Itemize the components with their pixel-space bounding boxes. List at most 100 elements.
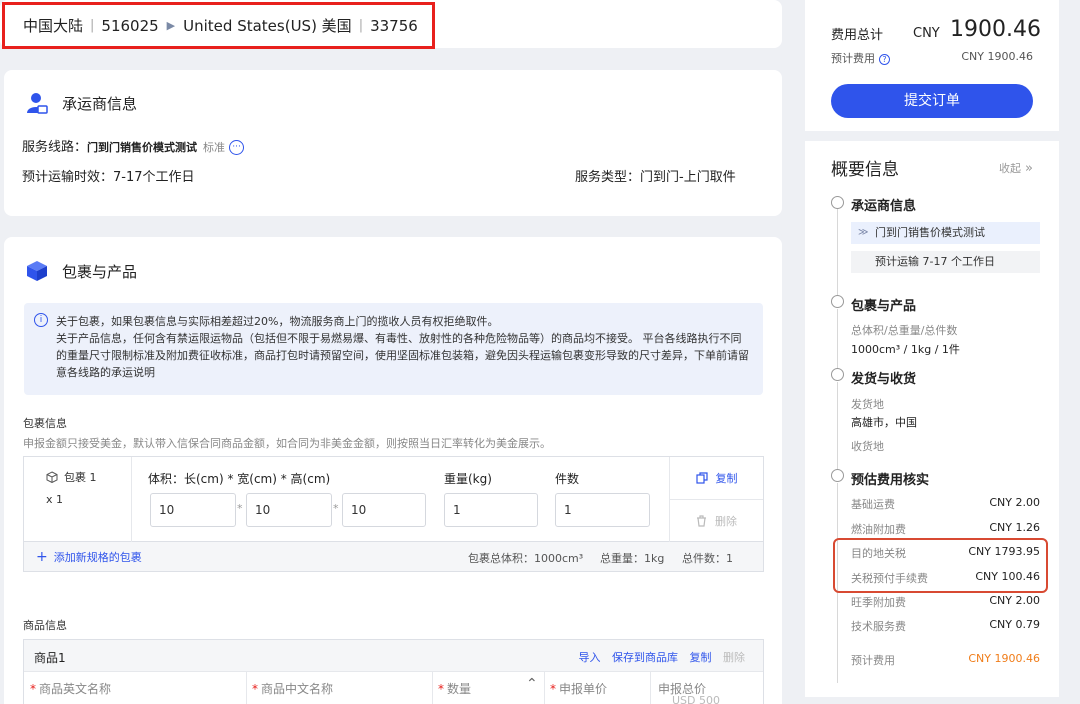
col-unit-price-label: 申报单价 [559,682,608,696]
height-input[interactable]: 10 [342,493,426,527]
times-sign: * [333,502,339,515]
service-type-label: 服务类型： [575,170,641,185]
copy-package-button[interactable]: 复制 [670,457,763,499]
timeline-dot [831,469,844,482]
column-divider [246,672,247,704]
summary-carrier-line: ≫ 门到门销售价模式测试 [851,222,1040,244]
collapse-button[interactable]: 收起» [999,160,1033,176]
total-count: 总件数：1 [682,552,733,565]
weight-label: 重量(kg) [444,472,492,486]
volume-label: 体积：长(cm) * 宽(cm) * 高(cm) [148,472,331,486]
column-divider [544,672,545,704]
package-footer: + 添加新规格的包裹 包裹总体积：1000cm³ 总重量：1kg 总件数：1 [23,542,764,572]
box-icon [27,261,47,281]
package-table: 包裹 1 x 1 体积：长(cm) * 宽(cm) * 高(cm) 10 * 1… [23,456,764,542]
destination-zip: 33756 [370,16,418,35]
goods-columns: * 商品英文名称 * 商品中文名称 * 数量 ⌃ * 申报单价 申报总价 USD 500 [24,672,763,704]
play-arrow-icon: ▶ [166,19,176,32]
plus-icon: + [36,549,48,565]
package-name: 包裹 1 [64,471,97,484]
package-card: 包裹与产品 i 关于包裹，如果包裹信息与实际相差超过20%，物流服务商上门的揽收… [4,237,782,704]
estimated-cost-label: 预计费用? [831,50,890,66]
help-icon[interactable]: ? [879,54,890,65]
summary-fee-head: 预估费用核实 [851,473,930,488]
summary-carrier-line-text: 门到门销售价模式测试 [875,226,985,239]
column-divider [650,672,651,704]
package-count: x 1 [46,493,64,506]
summary-from-label: 发货地 [851,398,884,411]
package-actions: 复制 删除 [669,457,763,542]
timeline-dot [831,196,844,209]
cost-total-panel: 费用总计 CNY 1900.46 预计费用? CNY 1900.46 提交订单 [805,0,1059,131]
person-icon [27,93,48,114]
goods-item-name: 商品1 [34,651,66,665]
eta-label: 预计运输时效： [22,170,114,185]
col-english-name: * 商品英文名称 [30,682,112,696]
total-weight: 总重量：1kg [600,552,665,565]
notice-line-1: 关于包裹，如果包裹信息与实际相差超过20%，物流服务商上门的揽收人员有权拒绝取件… [56,315,499,328]
total-cost-currency: CNY [913,26,940,41]
fee-label: 基础运费 [851,498,895,511]
copy-goods-button[interactable]: 复制 [690,651,712,664]
estimated-cost-value: CNY 1900.46 [961,50,1033,63]
origin-country: 中国大陆 [23,17,84,35]
collapse-label: 收起 [999,162,1022,175]
carrier-card: 承运商信息 服务线路：门到门销售价模式测试 标准 ··· 预计运输时效：7-17个工… [4,70,782,216]
timeline-dot [831,295,844,308]
times-sign: * [237,502,243,515]
width-input[interactable]: 10 [246,493,332,527]
carrier-title: 承运商信息 [62,94,138,113]
col-english-name-label: 商品英文名称 [39,682,112,696]
fee-amount: CNY 0.79 [989,618,1040,631]
delete-goods-button[interactable]: 删除 [723,651,745,664]
fee-amount: CNY 2.00 [989,496,1040,509]
fee-amount: CNY 2.00 [989,594,1040,607]
submit-order-button[interactable]: 提交订单 [831,84,1033,118]
fee-row: 旺季附加费 CNY 2.00 [851,594,1040,610]
goods-table: 商品1 导入 保存到商品库 复制 删除 * 商品英文名称 * 商品中文名称 * 数量 … [23,639,764,704]
carrier-section-title: 承运商信息 [26,92,137,114]
weight-input[interactable]: 1 [444,493,538,527]
column-divider [432,672,433,704]
fee-row: 技术服务费 CNY 0.79 [851,618,1040,634]
fee-row: 基础运费 CNY 2.00 [851,496,1040,512]
more-info-icon[interactable]: ··· [229,140,245,155]
import-button[interactable]: 导入 [579,651,601,664]
col-chinese-name-label: 商品中文名称 [261,682,334,696]
length-input[interactable]: 10 [150,493,236,527]
col-quantity: * 数量 [438,682,472,696]
estimated-fee-label: 预计费用 [851,654,895,667]
total-price-value: USD 500 [672,694,720,704]
chevron-up-icon[interactable]: ⌃ [526,676,538,692]
timeline-line [837,309,838,375]
summary-title: 概要信息 [831,160,899,180]
info-icon: i [34,313,48,327]
divider: | [90,18,95,33]
service-line-label: 服务线路： [22,140,88,155]
goods-header: 商品1 导入 保存到商品库 复制 删除 [24,640,763,672]
delete-package-button[interactable]: 删除 [670,499,763,541]
total-volume: 包裹总体积：1000cm³ [468,552,584,565]
timeline-dot [831,368,844,381]
package-section-title: 包裹与产品 [26,260,137,282]
package-label-cell: 包裹 1 x 1 [24,457,132,542]
total-cost-label: 费用总计 [831,28,884,43]
copy-label: 复制 [715,472,738,485]
quantity-label: 件数 [555,472,580,486]
add-package-button[interactable]: + 添加新规格的包裹 [36,549,142,565]
eta-value: 7-17个工作日 [113,170,195,185]
estimated-cost-text: 预计费用 [831,52,875,65]
fee-label: 技术服务费 [851,620,906,633]
save-to-library-button[interactable]: 保存到商品库 [612,651,678,664]
trash-icon [697,514,706,527]
summary-panel: 概要信息 收起» 承运商信息 ≫ 门到门销售价模式测试 预计运输 7-17 个工… [805,141,1059,697]
summary-from-value: 高雄市，中国 [851,416,917,429]
estimated-fee-value: CNY 1900.46 [968,652,1040,665]
fee-label: 旺季附加费 [851,596,906,609]
quantity-input[interactable]: 1 [555,493,650,527]
route-icon: ≫ [858,227,869,238]
origin-zip: 516025 [101,16,159,35]
goods-actions: 导入 保存到商品库 复制 删除 [571,649,746,665]
fee-label: 燃油附加费 [851,523,906,536]
service-type-row: 服务类型：门到门-上门取件 [575,166,736,185]
